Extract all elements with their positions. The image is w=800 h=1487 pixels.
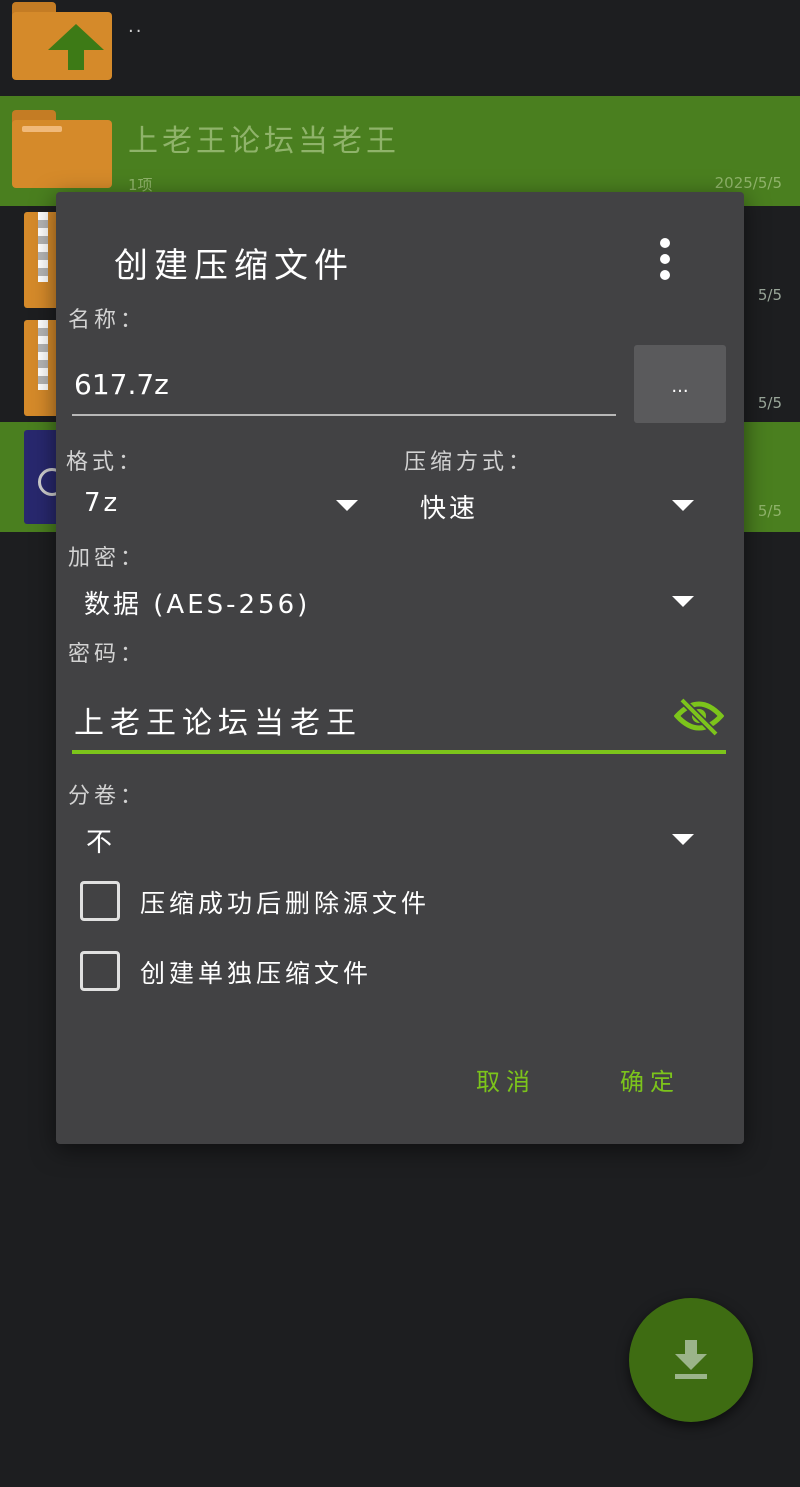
method-label: 压缩方式： <box>404 450 535 475</box>
folder-icon <box>12 110 112 188</box>
create-archive-dialog: 创建压缩文件 名称： 617.7z ... 格式： 7z 压缩方式： 快速 加密… <box>56 192 744 1144</box>
separate-archive-checkbox[interactable] <box>80 951 120 991</box>
delete-source-label: 压缩成功后删除源文件 <box>140 889 431 918</box>
parent-folder-label: .. <box>128 16 144 37</box>
folder-up-icon <box>12 2 112 80</box>
format-value: 7z <box>84 488 121 518</box>
encrypt-label: 加密： <box>68 546 147 571</box>
encrypt-select[interactable]: 数据 (AES-256) <box>84 578 694 628</box>
password-input[interactable]: 上老王论坛当老王 <box>72 686 726 754</box>
more-vert-icon[interactable] <box>652 236 680 282</box>
delete-source-checkbox[interactable] <box>80 881 120 921</box>
list-item-selected-folder[interactable] <box>0 96 800 206</box>
archive-file-icon <box>24 212 60 308</box>
format-select[interactable]: 7z <box>84 482 358 532</box>
archive-name-input[interactable]: 617.7z <box>72 352 616 416</box>
folder-date: 2025/5/5 <box>714 174 782 192</box>
dropdown-caret-icon <box>672 834 694 845</box>
split-value: 不 <box>86 828 116 858</box>
browse-button[interactable]: ... <box>634 345 726 423</box>
archive-name-value: 617.7z <box>74 368 169 401</box>
parent-folder-row[interactable]: .. <box>0 0 800 96</box>
split-select[interactable]: 不 <box>86 816 694 866</box>
dialog-title: 创建压缩文件 <box>114 246 354 286</box>
dropdown-caret-icon <box>672 596 694 607</box>
encrypt-value: 数据 (AES-256) <box>84 590 311 620</box>
method-value: 快速 <box>420 494 479 524</box>
password-value: 上老王论坛当老王 <box>74 706 362 741</box>
list-item-date: 5/5 <box>757 394 782 412</box>
method-select[interactable]: 快速 <box>420 482 694 532</box>
password-label: 密码： <box>68 642 147 667</box>
download-icon <box>675 1340 707 1379</box>
dropdown-caret-icon <box>672 500 694 511</box>
list-item-date: 5/5 <box>757 286 782 304</box>
separate-archive-label: 创建单独压缩文件 <box>140 959 373 988</box>
format-label: 格式： <box>66 450 145 475</box>
disc-image-icon <box>24 430 66 524</box>
dropdown-caret-icon <box>336 500 358 511</box>
list-item-date: 5/5 <box>757 502 782 520</box>
cancel-button[interactable]: 取消 <box>476 1062 536 1097</box>
ok-button[interactable]: 确定 <box>620 1062 680 1097</box>
extract-fab-button[interactable] <box>629 1298 753 1422</box>
archive-file-icon <box>24 320 60 416</box>
split-label: 分卷： <box>68 784 147 809</box>
eye-off-icon[interactable] <box>674 696 724 736</box>
name-label: 名称： <box>68 308 147 333</box>
